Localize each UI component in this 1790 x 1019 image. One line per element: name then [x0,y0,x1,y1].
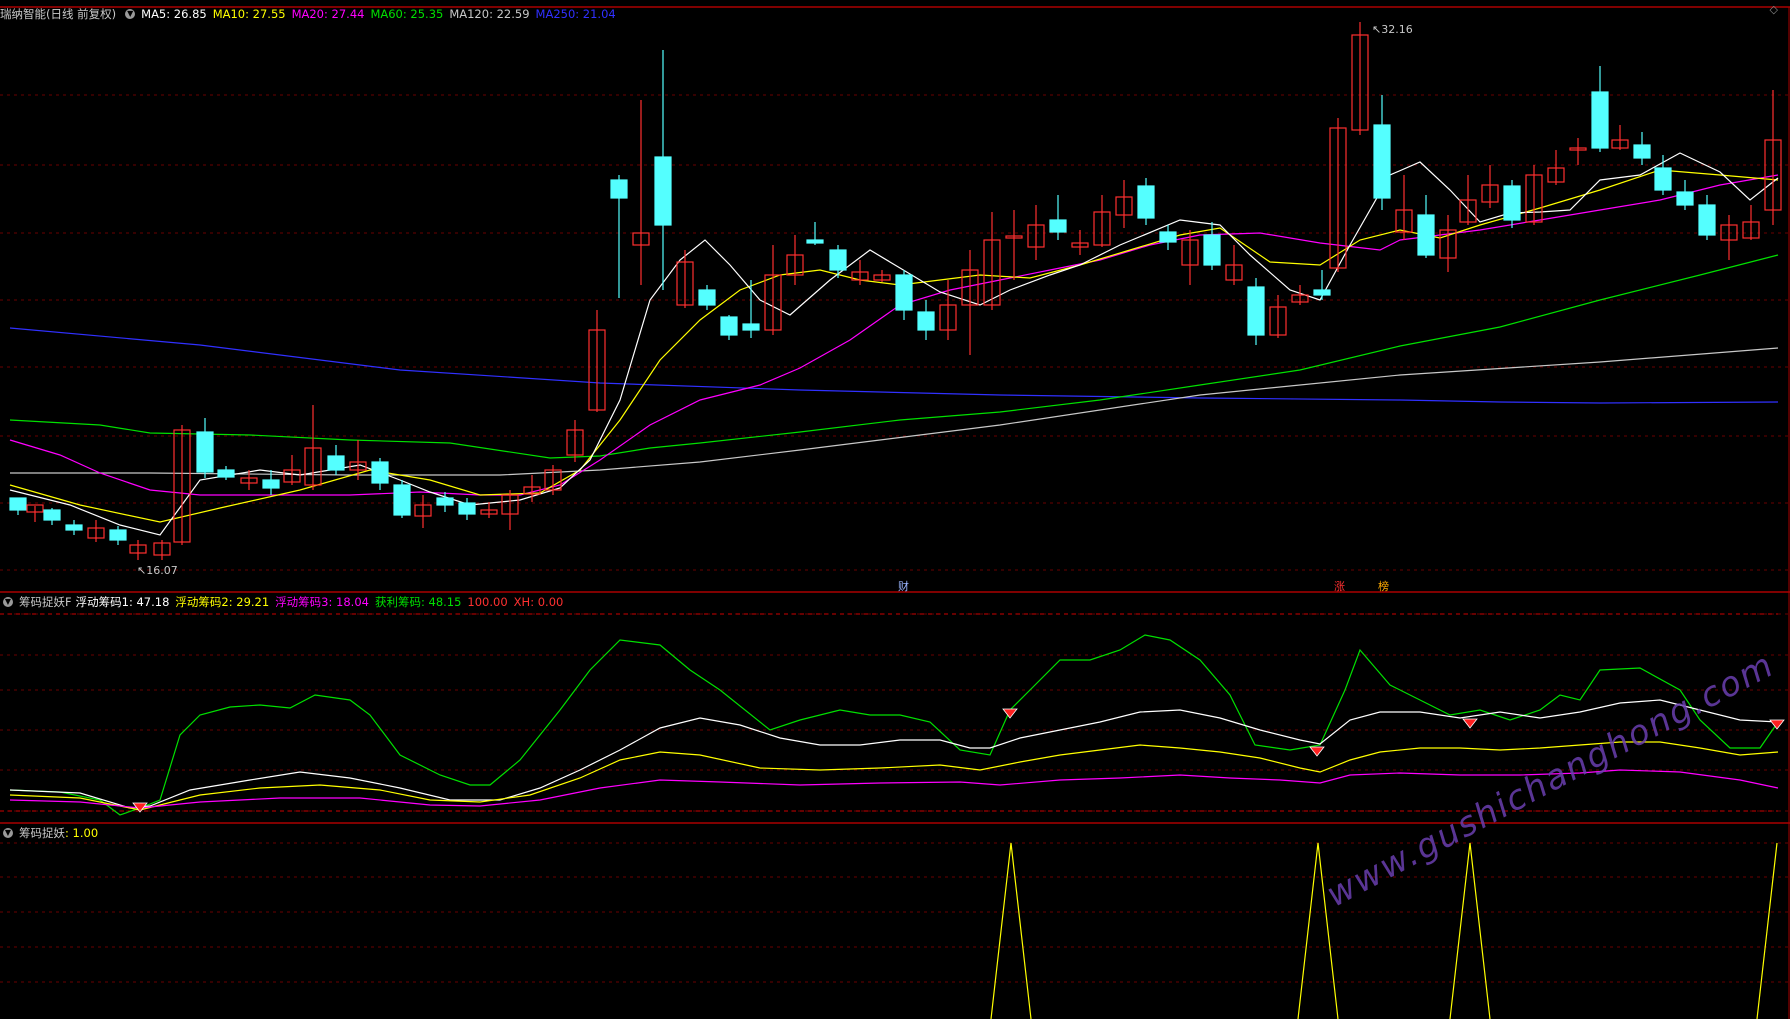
chip-signal-icon [1309,746,1325,757]
sub1-panel-header: ▼ 筹码捉妖F 浮动筹码1: 47.18 浮动筹码2: 29.21 浮动筹码3:… [0,593,569,611]
ma120-label: MA120: 22.59 [449,7,530,21]
grid-lines [0,94,1789,983]
candle-down [458,502,476,515]
settings-diamond-icon[interactable]: ◇ [1770,3,1778,16]
candle-down [1373,124,1391,199]
candle-down [1698,204,1716,236]
sub2-panel-header: ▼ 筹码捉妖 : 1.00 [0,824,104,842]
candlesticks [9,22,1782,560]
candle-down [262,479,280,489]
candle-down [393,484,411,516]
candle-down [806,239,824,244]
high-price-value: 32.16 [1381,23,1413,36]
candle-down [610,179,628,199]
candle-down [1633,144,1651,159]
candle-down [65,524,83,531]
candle-down [109,529,127,541]
candle-down [742,323,760,331]
candle-down [9,497,27,511]
signal-zhang: 涨 [1334,580,1345,593]
chip-signal-icon [1002,708,1018,719]
candle-down [327,455,345,471]
collapse-icon[interactable]: ▼ [3,597,13,607]
ma60-line [9,254,1779,459]
candle-down [1137,185,1155,219]
candle-down [1676,191,1694,206]
collapse-icon[interactable]: ▼ [3,828,13,838]
candle-down [43,509,61,521]
sub2-value: : 1.00 [65,826,99,840]
ma5-label: MA5: 26.85 [141,7,207,21]
ma250-label: MA250: 21.04 [535,7,616,21]
candle-down [1417,214,1435,256]
ma250-line [9,327,1779,404]
profit-chip-label: 获利筹码: 48.15 [374,595,462,609]
signal-spike [1449,842,1491,1019]
signal-spike [990,842,1032,1019]
candle-down [196,431,214,473]
signal-spike [1297,842,1339,1019]
candle-down [1203,234,1221,266]
chip-signal-icon [1462,718,1478,729]
stock-title: 瑞纳智能(日线 前复权) [0,7,117,21]
candle-down [1591,91,1609,149]
candle-down [720,316,738,336]
float-chip1-label: 浮动筹码1: 47.18 [75,595,170,609]
ma20-label: MA20: 27.44 [291,7,365,21]
ma60-label: MA60: 25.35 [370,7,444,21]
candle-down [1654,167,1672,191]
main-panel-header: 瑞纳智能(日线 前复权) ▼ MA5: 26.85 MA10: 27.55 MA… [0,5,622,23]
high-price-marker: ↖32.16 [1372,23,1413,36]
candle-down [1247,286,1265,336]
signal-spike [1756,842,1778,1019]
candle-down [829,249,847,271]
candle-down [1503,185,1521,221]
chart-canvas[interactable] [0,0,1790,1019]
sub2-title: 筹码捉妖 [19,826,65,840]
xh-label: XH: 0.00 [513,595,564,609]
float-chip3-label: 浮动筹码3: 18.04 [275,595,369,609]
chip-signal-icon [1769,719,1785,730]
candle-down [436,497,454,506]
collapse-icon[interactable]: ▼ [125,9,136,19]
hundred-label: 100.00 [467,595,508,609]
candle-down [1049,219,1067,233]
ma10-line [9,169,1779,523]
candle-down [917,311,935,331]
signal-bang: 榜 [1378,580,1389,593]
candle-down [895,274,913,311]
candle-down [1313,289,1331,296]
candle-down [1159,231,1177,243]
candle-down [698,289,716,306]
candle-down [217,469,235,478]
float-chip2-label: 浮动筹码2: 29.21 [175,595,270,609]
low-price-value: 16.07 [146,564,178,577]
ma10-label: MA10: 27.55 [212,7,286,21]
signal-cai: 财 [898,580,909,593]
candle-down [654,156,672,226]
low-price-marker: ↖16.07 [137,564,178,577]
ma20-line [9,174,1779,496]
candle-down [371,461,389,484]
sub1-title: 筹码捉妖F [19,595,72,609]
